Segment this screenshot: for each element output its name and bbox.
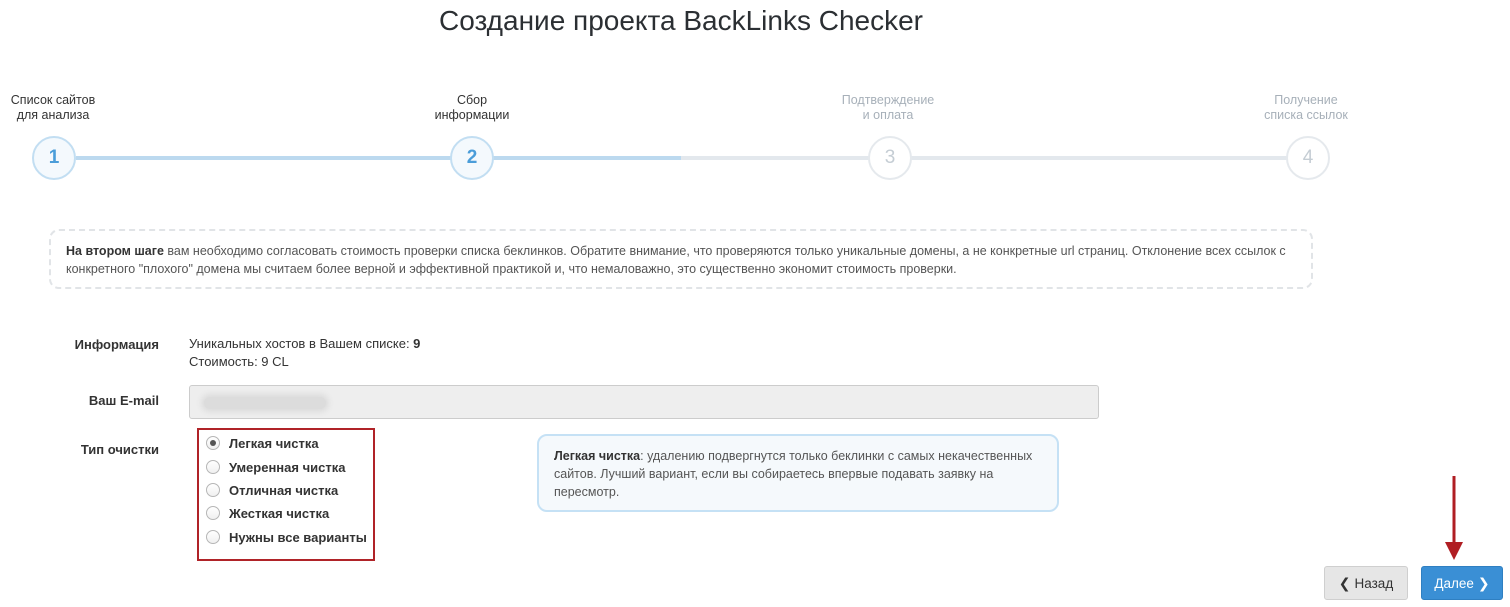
email-label: Ваш E-mail: [88, 393, 159, 408]
step-description-note: На втором шаге вам необходимо согласоват…: [49, 229, 1313, 289]
back-button[interactable]: ❮ Назад: [1324, 566, 1408, 600]
radio-label-hard[interactable]: Жесткая чистка: [229, 506, 329, 521]
unique-hosts-text: Уникальных хостов в Вашем списке:: [189, 336, 414, 351]
radio-label-moderate[interactable]: Умеренная чистка: [229, 460, 345, 475]
radio-button-checked[interactable]: [206, 436, 220, 450]
radio-label-light[interactable]: Легкая чистка: [229, 436, 319, 451]
back-button-label: Назад: [1354, 575, 1394, 591]
step-4-circle: 4: [1286, 136, 1330, 180]
radio-label-excellent[interactable]: Отличная чистка: [229, 483, 338, 498]
cleaning-options-group: Легкая чистка Умеренная чистка Отличная …: [197, 428, 375, 561]
step-3-label: Подтверждение и оплата: [841, 93, 935, 122]
email-field[interactable]: [189, 385, 1099, 419]
progress-track-done: [76, 156, 681, 160]
info-values: Уникальных хостов в Вашем списке: 9 Стои…: [189, 335, 420, 371]
radio-option-excellent[interactable]: Отличная чистка: [206, 480, 338, 500]
radio-option-light[interactable]: Легкая чистка: [206, 433, 319, 453]
step-2-label: Сбор информации: [434, 93, 510, 122]
step-4-label: Получение списка ссылок: [1264, 93, 1348, 122]
radio-button[interactable]: [206, 506, 220, 520]
radio-button[interactable]: [206, 460, 220, 474]
chevron-right-icon: ❯: [1477, 574, 1490, 591]
step-3-circle: 3: [868, 136, 912, 180]
unique-hosts-count: 9: [413, 336, 421, 351]
cleaning-tip-box: Легкая чистка: удалению подвергнутся тол…: [537, 434, 1059, 512]
note-text: вам необходимо согласовать стоимость про…: [66, 244, 1286, 276]
next-button[interactable]: Далее ❯: [1421, 566, 1503, 600]
progress-track-remaining: [681, 156, 1308, 160]
radio-label-all[interactable]: Нужны все варианты: [229, 530, 367, 545]
page-title: Создание проекта BackLinks Checker: [438, 5, 924, 36]
step-1-label: Список сайтов для анализа: [10, 93, 96, 122]
info-label: Информация: [74, 337, 159, 352]
unique-hosts-line: Уникальных хостов в Вашем списке: 9: [189, 335, 420, 353]
radio-button[interactable]: [206, 530, 220, 544]
cost-line: Стоимость: 9 CL: [189, 354, 289, 369]
radio-button[interactable]: [206, 483, 220, 497]
step-1-circle[interactable]: 1: [32, 136, 76, 180]
note-bold-text: На втором шаге: [66, 244, 164, 258]
tip-bold-text: Легкая чистка: [554, 449, 641, 463]
radio-option-moderate[interactable]: Умеренная чистка: [206, 457, 345, 477]
cleaning-type-label: Тип очистки: [80, 442, 159, 457]
chevron-left-icon: ❮: [1338, 574, 1351, 591]
radio-option-all[interactable]: Нужны все варианты: [206, 527, 367, 547]
step-2-circle[interactable]: 2: [450, 136, 494, 180]
radio-option-hard[interactable]: Жесткая чистка: [206, 503, 329, 523]
email-blurred-value: [204, 397, 326, 409]
next-button-label: Далее: [1434, 575, 1474, 591]
annotation-arrow-icon: [1445, 476, 1463, 560]
